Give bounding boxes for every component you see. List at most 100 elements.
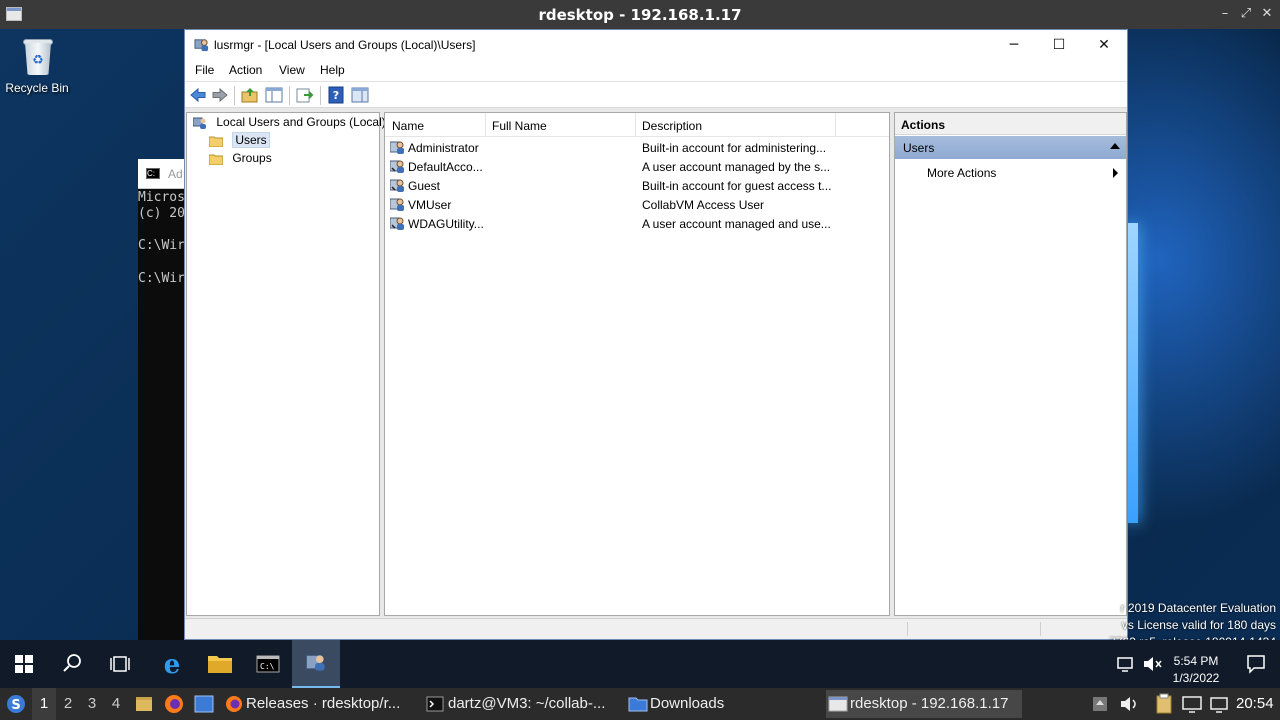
workspace-2[interactable]: 2 [56,688,80,720]
close-button[interactable]: ✕ [1081,32,1127,58]
network-icon[interactable] [1114,640,1138,688]
watermark-line: r 2019 Datacenter Evaluation [1120,601,1276,615]
table-row[interactable]: Administrator Built-in account for admin… [385,138,889,157]
menu-action[interactable]: Action [229,63,262,77]
remote-desktop: ♻ Recycle Bin C: Ad Micros (c) 20 C:\Wir… [0,29,1280,688]
network-icon[interactable] [1208,688,1230,720]
user-icon [390,160,404,173]
column-full-name[interactable]: Full Name [492,119,547,133]
host-clock[interactable]: 20:54 [1236,688,1274,720]
more-actions-item[interactable]: More Actions [927,166,996,180]
console-title: Ad [168,167,183,181]
close-button[interactable]: ✕ [1258,5,1276,23]
user-icon [390,217,404,230]
actions-group-label: Users [903,141,935,155]
taskbar-window-rdesktop[interactable]: rdesktop - 192.168.1.17 [826,690,1022,718]
remote-time: 5:54 PM [1173,654,1219,668]
user-description: CollabVM Access User [642,198,765,212]
user-description: Built-in account for administering... [642,141,827,155]
minimize-button[interactable]: ─ [991,32,1037,58]
user-description: A user account managed and use... [642,217,831,231]
internet-explorer-icon[interactable]: e [148,640,196,688]
minimize-button[interactable]: – [1216,5,1234,23]
actions-group-users[interactable]: Users [895,136,1126,159]
wallpaper-glow [1128,223,1138,523]
console-line: (c) 20 [138,206,185,221]
tree-root[interactable]: Local Users and Groups (Local) [193,115,386,129]
task-view-icon[interactable] [96,640,144,688]
user-description: Built-in account for guest access t... [642,179,832,193]
user-name: WDAGUtility... [408,217,484,231]
recycle-bin-label: Recycle Bin [5,81,69,95]
back-icon[interactable] [189,86,207,104]
start-icon[interactable] [0,640,48,688]
workspace-3[interactable]: 3 [80,688,104,720]
lusrmgr-window[interactable]: lusrmgr - [Local Users and Groups (Local… [184,29,1128,640]
host-menu-icon[interactable]: S [4,688,28,720]
table-row[interactable]: DefaultAcco... A user account managed by… [385,157,889,176]
show-action-pane-icon[interactable] [351,86,369,104]
menu-help[interactable]: Help [320,63,345,77]
terminal-icon [426,696,444,712]
search-icon[interactable] [48,640,96,688]
table-row[interactable]: Guest Built-in account for guest access … [385,176,889,195]
firefox-icon [226,696,242,712]
forward-icon[interactable] [211,86,229,104]
taskbar-window-firefox[interactable]: Releases · rdesktop/r... [222,690,418,718]
results-list: Name Full Name Description Administrator… [384,112,890,616]
menu-view[interactable]: View [279,63,305,77]
display-icon[interactable] [1180,688,1204,720]
remote-date: 1/3/2022 [1172,671,1220,685]
tree-item-label: Users [232,132,270,148]
workspace-4[interactable]: 4 [104,688,128,720]
lusrmgr-title: lusrmgr - [Local Users and Groups (Local… [214,38,476,52]
clipboard-icon[interactable] [1154,688,1174,720]
column-name[interactable]: Name [392,119,424,133]
taskbar-window-downloads[interactable]: Downloads [626,690,822,718]
window-icon [828,696,848,712]
taskbar-window-terminal[interactable]: dartz@VM3: ~/collab-... [424,690,620,718]
taskbar-window-label: Releases · rdesktop/r... [246,695,401,712]
lusrmgr-taskbar-button[interactable] [292,640,340,688]
table-row[interactable]: WDAGUtility... A user account managed an… [385,214,889,233]
up-folder-icon[interactable] [241,86,259,104]
table-row[interactable]: VMUser CollabVM Access User [385,195,889,214]
export-list-icon[interactable] [296,86,314,104]
rdesktop-title-bar[interactable]: rdesktop - 192.168.1.17 – ⤢ ✕ [0,0,1280,29]
console-tree: Local Users and Groups (Local) Users Gro… [186,112,386,616]
console-line: C:\Wir [138,271,185,286]
file-manager-launcher-icon[interactable] [134,688,154,720]
column-description[interactable]: Description [642,119,702,133]
eject-icon[interactable] [1090,688,1110,720]
taskbar-window-label: Downloads [650,695,725,712]
tree-item-groups[interactable]: Groups [209,151,272,165]
file-explorer-icon[interactable] [196,640,244,688]
taskbar-window-label: dartz@VM3: ~/collab-... [448,695,606,712]
svg-text:?: ? [333,89,339,102]
volume-icon[interactable] [1118,688,1140,720]
remote-taskbar: e C:\ 5:54 PM 1/3/2022 [0,640,1280,688]
help-icon[interactable]: ? [327,86,345,104]
command-prompt-icon[interactable]: C:\ [244,640,292,688]
user-icon [390,141,404,154]
user-description: A user account managed by the s... [642,160,831,174]
window-launcher-icon[interactable] [192,688,216,720]
tree-item-users[interactable]: Users [209,132,270,148]
menu-file[interactable]: File [195,63,214,77]
workspace-1[interactable]: 1 [32,688,56,720]
svg-text:e: e [164,650,181,680]
actions-header: Actions [895,113,1126,135]
show-hide-tree-icon[interactable] [265,86,283,104]
lusrmgr-title-bar[interactable]: lusrmgr - [Local Users and Groups (Local… [185,30,1127,59]
restore-button[interactable]: ⤢ [1237,5,1255,23]
users-console-icon [305,654,325,671]
user-name: DefaultAcco... [408,160,483,174]
firefox-launcher-icon[interactable] [162,688,186,720]
remote-clock[interactable]: 5:54 PM 1/3/2022 [1170,653,1222,687]
maximize-button[interactable]: ☐ [1036,32,1082,58]
notifications-icon[interactable] [1232,640,1280,688]
collapse-icon[interactable] [1110,143,1120,149]
user-name: Guest [408,179,441,193]
recycle-bin[interactable]: ♻ Recycle Bin [4,37,70,95]
volume-muted-icon[interactable] [1140,640,1164,688]
